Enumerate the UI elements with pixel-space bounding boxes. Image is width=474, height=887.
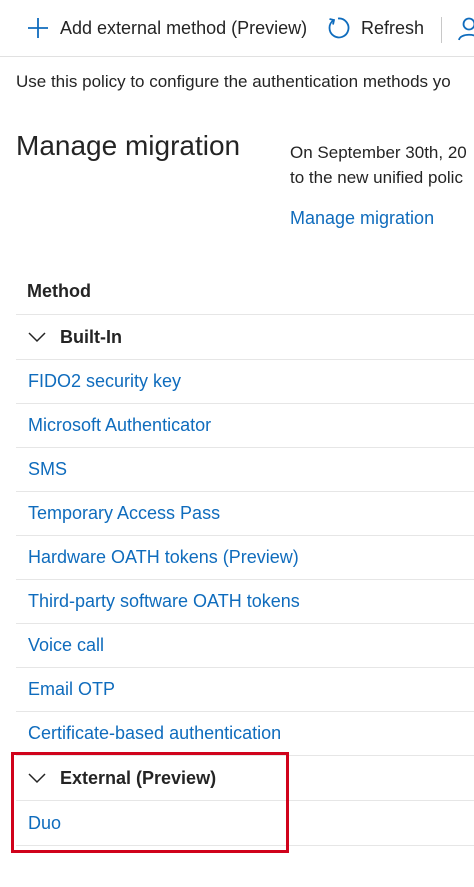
chevron-down-icon: [28, 772, 46, 784]
table-row: Temporary Access Pass: [16, 492, 474, 536]
method-link-voice-call[interactable]: Voice call: [28, 635, 104, 656]
manage-migration-link[interactable]: Manage migration: [290, 208, 434, 229]
table-row: Duo: [16, 801, 474, 846]
table-row: Microsoft Authenticator: [16, 404, 474, 448]
method-link-software-oath[interactable]: Third-party software OATH tokens: [28, 591, 300, 612]
table-row: Third-party software OATH tokens: [16, 580, 474, 624]
method-link-microsoft-authenticator[interactable]: Microsoft Authenticator: [28, 415, 211, 436]
group-label: Built-In: [60, 326, 122, 347]
migration-notice: On September 30th, 20 to the new unified…: [290, 140, 467, 190]
group-label: External (Preview): [60, 767, 217, 788]
chevron-down-icon: [28, 331, 46, 343]
table-row: Certificate-based authentication: [16, 712, 474, 756]
group-external[interactable]: External (Preview): [16, 756, 474, 801]
person-icon[interactable]: [458, 16, 474, 42]
refresh-button[interactable]: Refresh: [326, 0, 424, 56]
method-link-temporary-access-pass[interactable]: Temporary Access Pass: [28, 503, 220, 524]
refresh-icon: [326, 16, 350, 40]
table-row: FIDO2 security key: [16, 360, 474, 404]
column-header-method[interactable]: Method: [16, 268, 474, 315]
table-row: SMS: [16, 448, 474, 492]
manage-migration-title: Manage migration: [16, 130, 241, 161]
method-link-fido2[interactable]: FIDO2 security key: [28, 371, 181, 392]
table-row: Hardware OATH tokens (Preview): [16, 536, 474, 580]
policy-description: Use this policy to configure the authent…: [16, 72, 451, 91]
method-link-hardware-oath[interactable]: Hardware OATH tokens (Preview): [28, 547, 299, 568]
method-link-duo[interactable]: Duo: [28, 813, 61, 834]
methods-table: Method Built-In FIDO2 security key Micro…: [16, 268, 474, 846]
auth-methods-page: Add external method (Preview) Refresh Us…: [0, 0, 474, 887]
migration-notice-line-1: On September 30th, 20: [290, 143, 467, 162]
add-external-method-label: Add external method (Preview): [60, 17, 308, 38]
table-row: Email OTP: [16, 668, 474, 712]
toolbar-divider: [441, 17, 442, 43]
table-row: Voice call: [16, 624, 474, 668]
group-built-in[interactable]: Built-In: [16, 315, 474, 360]
method-link-certificate-based[interactable]: Certificate-based authentication: [28, 723, 281, 744]
method-link-sms[interactable]: SMS: [28, 459, 67, 480]
migration-notice-line-2: to the new unified polic: [290, 168, 463, 187]
add-external-method-button[interactable]: Add external method (Preview): [27, 0, 307, 56]
refresh-label: Refresh: [361, 17, 425, 38]
plus-icon: [27, 17, 49, 39]
method-link-email-otp[interactable]: Email OTP: [28, 679, 115, 700]
command-bar: Add external method (Preview) Refresh: [0, 0, 474, 57]
